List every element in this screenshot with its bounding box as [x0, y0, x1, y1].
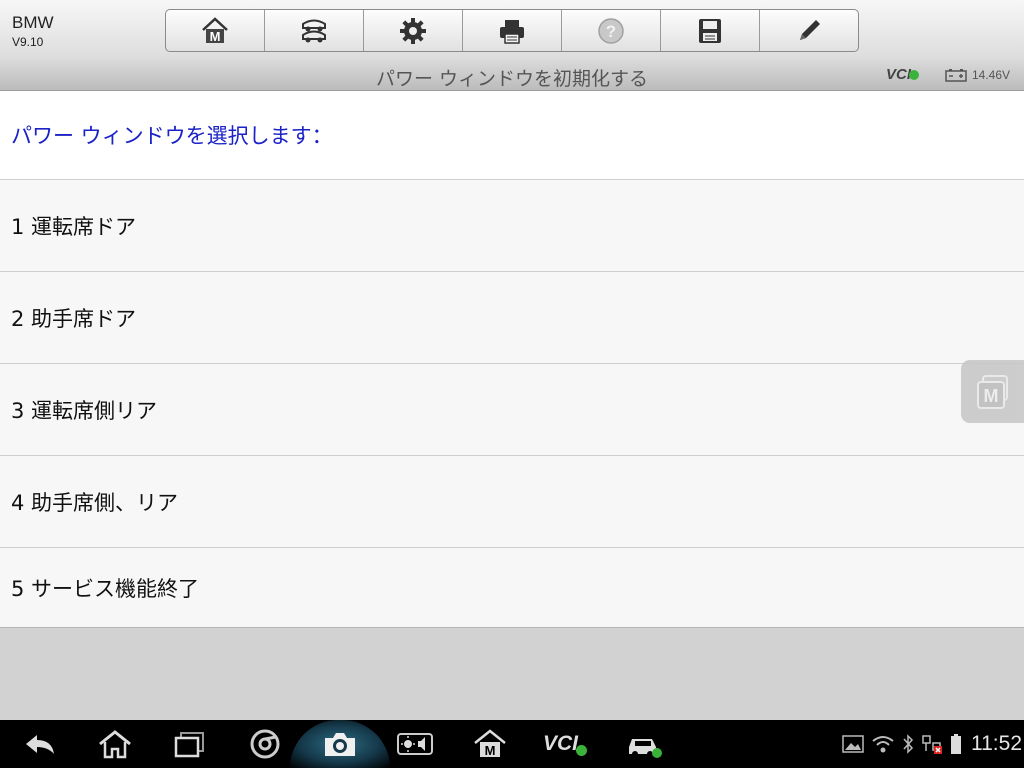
maxisys-home-button[interactable]: M	[470, 720, 510, 768]
home-m-icon: M	[202, 16, 228, 44]
vci-label: VCI	[886, 66, 912, 83]
vci-connection-status: VCI	[886, 66, 920, 83]
vehicle-make: BMW	[12, 13, 54, 32]
back-button[interactable]	[20, 720, 60, 768]
battery-voltage: 14.46V	[972, 68, 1011, 82]
battery-status: 14.46V	[945, 68, 1010, 82]
device-battery-icon	[951, 734, 961, 754]
save-icon	[699, 18, 721, 43]
maxisys-home-icon: M	[474, 729, 506, 758]
check-icon	[576, 744, 587, 756]
recent-apps-button[interactable]	[170, 720, 210, 768]
menu-item-passenger-rear[interactable]: 4 助手席側、リア	[0, 456, 1024, 548]
vehicle-menu-button[interactable]	[622, 720, 666, 768]
toolbar: M ?	[165, 9, 859, 52]
vehicle-swap-button[interactable]	[265, 10, 364, 51]
svg-text:M: M	[485, 743, 496, 758]
printer-icon	[500, 19, 524, 44]
system-navigation-bar: M VCI 11:52	[0, 720, 1024, 768]
gallery-icon	[842, 735, 864, 753]
vci-nav-label: VCI	[542, 732, 578, 755]
battery-icon	[945, 69, 967, 82]
home-button[interactable]: M	[166, 10, 265, 51]
camera-button[interactable]	[320, 720, 360, 768]
car-icon	[629, 739, 662, 758]
svg-text:?: ?	[606, 22, 616, 41]
menu-item-passenger-door[interactable]: 2 助手席ドア	[0, 272, 1024, 364]
page-title: パワー ウィンドウを初期化する	[375, 68, 649, 90]
gear-icon	[400, 17, 426, 44]
menu-item-driver-door[interactable]: 1 運転席ドア	[0, 180, 1024, 272]
menu-item-driver-rear[interactable]: 3 運転席側リア	[0, 364, 1024, 456]
check-icon	[909, 70, 920, 80]
floating-menu-button[interactable]: M	[961, 360, 1024, 423]
camera-icon	[325, 733, 355, 756]
pencil-icon	[800, 19, 820, 40]
print-button[interactable]	[463, 10, 562, 51]
title-bar: パワー ウィンドウを初期化する VCI 14.46V	[0, 60, 1024, 91]
svg-text:M: M	[210, 29, 221, 44]
help-icon: ?	[598, 17, 624, 44]
top-header: BMW V9.10 M ?	[0, 0, 1024, 61]
maxisys-m-icon: M	[976, 374, 1008, 409]
save-button[interactable]	[661, 10, 760, 51]
settings-button[interactable]	[364, 10, 463, 51]
help-button[interactable]: ?	[562, 10, 661, 51]
network-error-icon	[922, 735, 942, 754]
brightness-volume-icon	[397, 733, 433, 755]
back-arrow-icon	[26, 735, 54, 754]
home-nav-button[interactable]	[95, 720, 135, 768]
selection-prompt: パワー ウィンドウを選択します：	[0, 91, 1024, 180]
vehicle-brand: BMW V9.10	[12, 13, 54, 50]
car-lift-icon	[302, 19, 326, 42]
edit-button[interactable]	[760, 10, 858, 51]
recent-apps-icon	[174, 732, 204, 758]
wifi-icon	[872, 736, 894, 753]
menu-item-exit-service[interactable]: 5 サービス機能終了	[0, 548, 1024, 628]
brightness-volume-button[interactable]	[395, 720, 435, 768]
browser-app-button[interactable]	[245, 720, 285, 768]
system-tray: 11:52	[842, 720, 1022, 768]
software-version: V9.10	[12, 35, 44, 49]
vci-manager-button[interactable]: VCI	[540, 720, 590, 768]
clock: 11:52	[971, 732, 1022, 755]
svg-text:M: M	[983, 386, 998, 406]
chrome-icon	[250, 729, 280, 759]
home-icon	[99, 730, 131, 759]
window-selection-list: パワー ウィンドウを選択します： 1 運転席ドア 2 助手席ドア 3 運転席側リ…	[0, 91, 1024, 628]
bluetooth-icon	[903, 734, 914, 754]
